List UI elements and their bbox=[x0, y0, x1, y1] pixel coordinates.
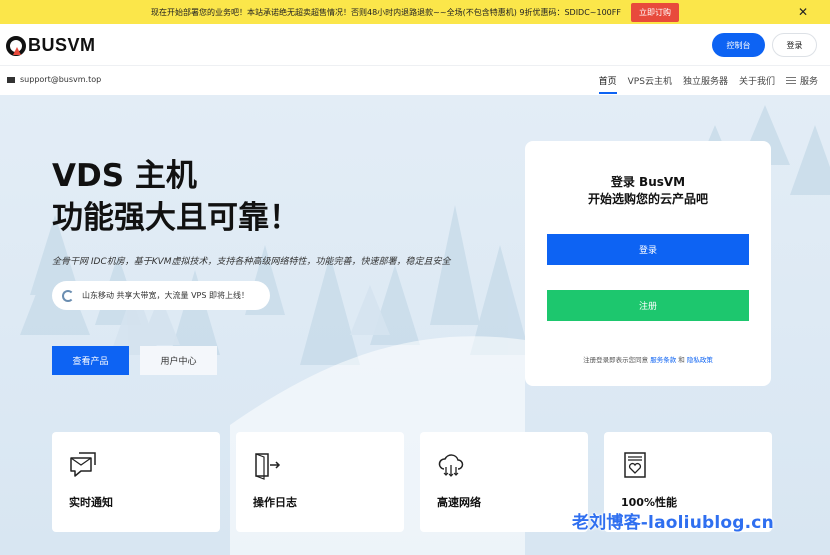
terms-notice: 注册登录即表示您同意 服务条款 和 隐私政策 bbox=[525, 354, 771, 364]
privacy-policy-link[interactable]: 隐私政策 bbox=[687, 356, 713, 364]
nav-services-label: 服务 bbox=[799, 77, 818, 87]
login-card-title: 登录 BusVM 开始选购您的云产品吧 bbox=[525, 174, 771, 208]
menu-icon bbox=[785, 77, 796, 84]
register-button[interactable]: 注册 bbox=[547, 290, 749, 321]
announcement-bar: 现在开始部署您的业务吧！本站承诺绝无超卖超售情况！否则48小时内退路退款~~全场… bbox=[0, 0, 830, 24]
feature-card-network[interactable]: 高速网络 bbox=[420, 432, 588, 532]
cloud-download-icon bbox=[438, 454, 464, 477]
feature-card-logs[interactable]: 操作日志 bbox=[236, 432, 404, 532]
order-now-button[interactable]: 立即订购 bbox=[630, 2, 679, 22]
feature-label: 操作日志 bbox=[253, 496, 297, 509]
logo[interactable]: BUSVM bbox=[6, 35, 96, 56]
announcement-text: 现在开始部署您的业务吧！本站承诺绝无超卖超售情况！否则48小时内退路退款~~全场… bbox=[151, 7, 621, 17]
promo-pill[interactable]: 山东移动 共享大带宽，大流量 VPS 即将上线！ bbox=[52, 281, 270, 310]
nav-dedicated[interactable]: 独立服务器 bbox=[683, 66, 728, 95]
console-button[interactable]: 控制台 bbox=[712, 33, 765, 57]
hero-title-line2: 功能强大且可靠！ bbox=[52, 200, 300, 236]
nav-vps[interactable]: VPS云主机 bbox=[628, 66, 672, 95]
refresh-icon bbox=[62, 289, 74, 302]
hero-section: VDS 主机 功能强大且可靠！ 全骨干网 IDC机房，基于KVM虚拟技术，支持各… bbox=[0, 95, 830, 555]
view-products-button[interactable]: 查看产品 bbox=[52, 346, 129, 375]
mail-icon bbox=[7, 76, 15, 83]
watermark: 老刘博客-laoliublog.cn bbox=[572, 513, 774, 533]
promo-text: 山东移动 共享大带宽，大流量 VPS 即将上线！ bbox=[82, 291, 250, 300]
login-card-title-line1: 登录 BusVM bbox=[610, 175, 686, 189]
hero-title: VDS 主机 功能强大且可靠！ bbox=[52, 155, 300, 239]
login-card-title-line2: 开始选购您的云产品吧 bbox=[587, 192, 708, 206]
support-contact[interactable]: support@busvm.top bbox=[7, 75, 101, 84]
nav-home[interactable]: 首页 bbox=[598, 66, 617, 95]
hero-title-line1: VDS 主机 bbox=[52, 158, 197, 194]
terms-and: 和 bbox=[678, 356, 685, 364]
feature-card-notifications[interactable]: 实时通知 bbox=[52, 432, 220, 532]
terms-of-service-link[interactable]: 服务条款 bbox=[650, 356, 676, 364]
close-icon[interactable]: ✕ bbox=[798, 4, 808, 20]
log-door-icon bbox=[255, 453, 281, 480]
feature-label: 实时通知 bbox=[69, 496, 113, 509]
main-nav: 首页 VPS云主机 独立服务器 关于我们 服务 bbox=[588, 66, 818, 95]
terms-prefix: 注册登录即表示您同意 bbox=[583, 356, 649, 364]
performance-heart-icon bbox=[624, 452, 646, 478]
support-email: support@busvm.top bbox=[20, 75, 102, 84]
logo-text: BUSVM bbox=[28, 35, 96, 55]
top-header: BUSVM 控制台 登录 bbox=[0, 24, 830, 66]
logo-icon bbox=[6, 35, 26, 56]
sub-navigation: support@busvm.top 首页 VPS云主机 独立服务器 关于我们 服… bbox=[0, 66, 830, 95]
hero-description: 全骨干网 IDC机房，基于KVM虚拟技术，支持各种高级网络特性，功能完善，快速部… bbox=[52, 257, 451, 267]
header-login-button[interactable]: 登录 bbox=[772, 33, 817, 57]
nav-about[interactable]: 关于我们 bbox=[739, 66, 775, 95]
feature-label: 高速网络 bbox=[437, 496, 481, 509]
user-center-button[interactable]: 用户中心 bbox=[140, 346, 217, 375]
nav-services[interactable]: 服务 bbox=[785, 66, 818, 95]
message-icon bbox=[70, 452, 96, 477]
login-card: 登录 BusVM 开始选购您的云产品吧 登录 注册 注册登录即表示您同意 服务条… bbox=[525, 141, 771, 386]
login-button[interactable]: 登录 bbox=[547, 234, 749, 265]
